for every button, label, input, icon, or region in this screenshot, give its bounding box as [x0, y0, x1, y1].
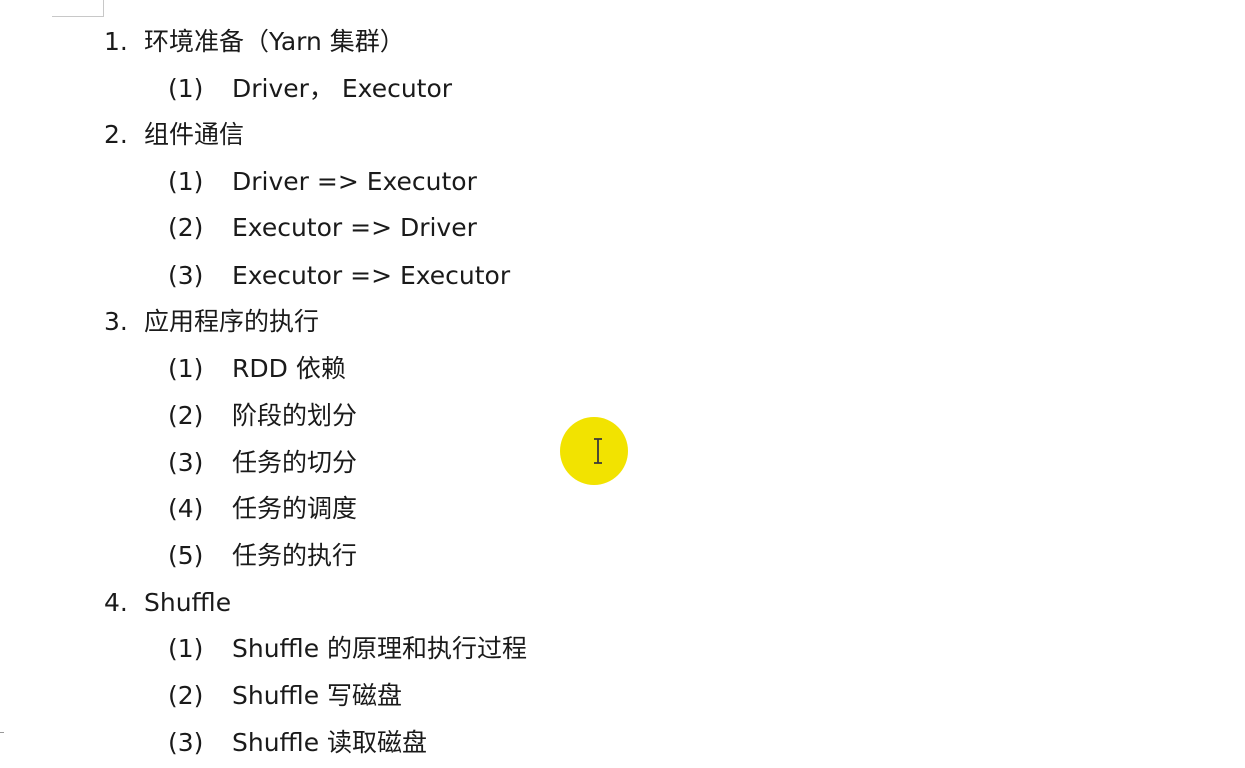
list-item[interactable]: (1) RDD 依赖: [168, 352, 346, 386]
list-item[interactable]: (4) 任务的调度: [168, 492, 357, 526]
item-text: RDD 依赖: [232, 354, 346, 383]
section-number: 1.: [104, 27, 128, 56]
list-item[interactable]: (5) 任务的执行: [168, 539, 357, 573]
item-text: Driver， Executor: [232, 74, 453, 103]
item-text: Driver => Executor: [232, 167, 477, 196]
text-ibeam-icon: [594, 438, 602, 464]
item-number: (2): [168, 213, 204, 242]
item-number: (5): [168, 541, 204, 570]
list-item[interactable]: (1) Driver => Executor: [168, 165, 477, 199]
list-item[interactable]: (3) Shuffle 读取磁盘: [168, 726, 427, 760]
list-item[interactable]: (2) Executor => Driver: [168, 211, 477, 245]
section-heading[interactable]: 4. Shuffle: [104, 586, 231, 620]
item-number: (4): [168, 494, 204, 523]
item-text: Shuffle 的原理和执行过程: [232, 634, 528, 663]
item-text: Executor => Executor: [232, 261, 511, 290]
section-title: Shuffle: [144, 588, 232, 617]
item-number: (1): [168, 634, 204, 663]
section-heading[interactable]: 3. 应用程序的执行: [104, 305, 319, 339]
list-item[interactable]: (3) Executor => Executor: [168, 259, 510, 293]
item-number: (3): [168, 448, 204, 477]
item-text: Shuffle 读取磁盘: [232, 728, 428, 757]
section-title: 环境准备（Yarn 集群）: [144, 27, 405, 56]
section-title: 应用程序的执行: [144, 307, 320, 336]
item-text: 任务的切分: [232, 448, 358, 477]
page-margin-corner-mark: [52, 0, 104, 17]
list-item[interactable]: (3) 任务的切分: [168, 446, 357, 480]
item-number: (2): [168, 401, 204, 430]
section-number: 3.: [104, 307, 128, 336]
item-number: (1): [168, 74, 204, 103]
section-number: 4.: [104, 588, 128, 617]
item-number: (3): [168, 728, 204, 757]
item-number: (2): [168, 681, 204, 710]
document-page[interactable]: 1. 环境准备（Yarn 集群） (1) Driver， Executor 2. 组件…: [0, 0, 1245, 768]
item-number: (1): [168, 167, 204, 196]
section-number: 2.: [104, 120, 128, 149]
item-text: 阶段的划分: [232, 401, 358, 430]
list-item[interactable]: (1) Shuffle 的原理和执行过程: [168, 632, 527, 666]
item-text: Shuffle 写磁盘: [232, 681, 403, 710]
section-heading[interactable]: 2. 组件通信: [104, 118, 244, 152]
item-number: (1): [168, 354, 204, 383]
section-title: 组件通信: [144, 120, 245, 149]
item-text: 任务的执行: [232, 541, 358, 570]
item-text: Executor => Driver: [232, 213, 477, 242]
list-item[interactable]: (2) 阶段的划分: [168, 399, 357, 433]
margin-tick-mark: [0, 732, 4, 741]
item-text: 任务的调度: [232, 494, 358, 523]
list-item[interactable]: (2) Shuffle 写磁盘: [168, 679, 402, 713]
list-item[interactable]: (1) Driver， Executor: [168, 72, 452, 106]
item-number: (3): [168, 261, 204, 290]
section-heading[interactable]: 1. 环境准备（Yarn 集群）: [104, 25, 405, 59]
